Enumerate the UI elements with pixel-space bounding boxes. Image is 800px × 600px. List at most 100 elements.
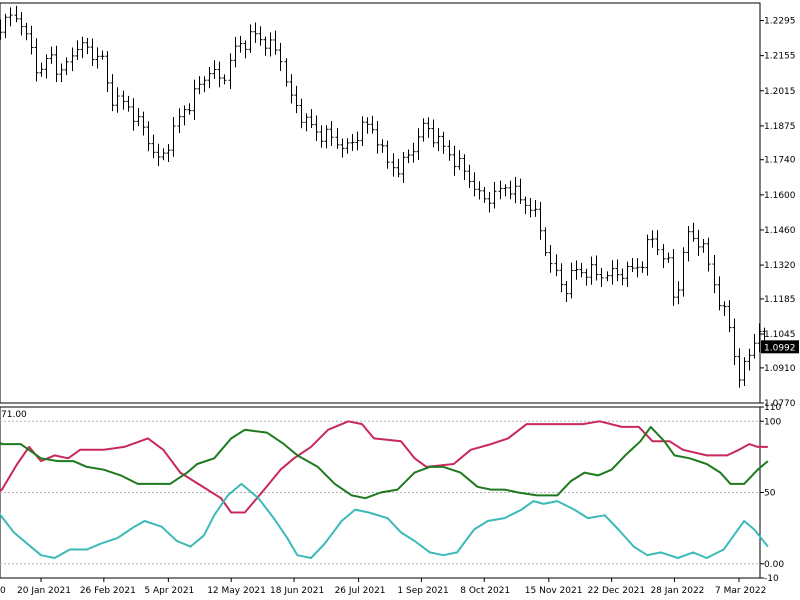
price-bar bbox=[100, 50, 105, 60]
price-bar bbox=[574, 260, 579, 280]
price-bar bbox=[554, 254, 559, 277]
price-bar bbox=[676, 281, 681, 305]
price-bar bbox=[3, 13, 8, 39]
price-bar bbox=[447, 140, 452, 161]
time-tick-label: 12 May 2021 bbox=[207, 586, 266, 596]
price-bar bbox=[29, 25, 34, 55]
price-bar bbox=[340, 138, 345, 158]
price-bar bbox=[70, 47, 75, 72]
price-bar bbox=[401, 151, 406, 184]
price-bar bbox=[222, 74, 227, 85]
price-tick-label: 1.1045 bbox=[764, 330, 796, 340]
price-bar bbox=[304, 113, 309, 132]
price-bar bbox=[90, 38, 95, 67]
price-bar bbox=[166, 144, 171, 163]
price-bar bbox=[737, 348, 742, 388]
price-bar bbox=[411, 142, 416, 163]
price-bar bbox=[747, 348, 752, 371]
price-bar bbox=[131, 98, 136, 131]
price-bar bbox=[171, 116, 176, 157]
price-bar bbox=[248, 24, 253, 53]
price-bar bbox=[34, 38, 39, 82]
price-bar bbox=[396, 158, 401, 178]
price-bar bbox=[701, 238, 706, 253]
price-bar bbox=[278, 42, 283, 71]
price-bar bbox=[151, 134, 156, 159]
price-bar bbox=[630, 257, 635, 273]
price-tick-label: 1.1320 bbox=[764, 261, 796, 271]
price-bar bbox=[319, 125, 324, 148]
price-bar bbox=[95, 47, 100, 69]
time-axis: 0 20 Jan 2021 26 Feb 2021 5 Apr 2021 12 May … bbox=[0, 578, 766, 596]
price-bar bbox=[380, 139, 385, 153]
price-bar bbox=[75, 40, 80, 60]
price-bar bbox=[742, 357, 747, 387]
price-bar bbox=[599, 268, 604, 287]
price-bar bbox=[589, 256, 594, 285]
price-bar bbox=[385, 140, 390, 169]
price-bar bbox=[156, 143, 161, 167]
price-bar bbox=[431, 119, 436, 148]
price-bar bbox=[498, 180, 503, 200]
price-tick-label: 1.2015 bbox=[764, 87, 796, 97]
price-bar bbox=[309, 109, 314, 128]
price-bar bbox=[14, 5, 19, 23]
price-bar bbox=[136, 108, 141, 127]
price-bar bbox=[294, 85, 299, 114]
price-bar bbox=[666, 252, 671, 263]
price-bar bbox=[462, 154, 467, 181]
price-bar bbox=[39, 62, 44, 77]
price-bar bbox=[645, 234, 650, 276]
price-bar bbox=[528, 197, 533, 218]
price-bar bbox=[258, 26, 263, 46]
price-bar bbox=[472, 172, 477, 197]
price-bar bbox=[375, 120, 380, 154]
price-bar bbox=[243, 40, 248, 59]
price-bar bbox=[85, 37, 90, 55]
oscillator-tick-label: 100 bbox=[764, 417, 781, 427]
price-tick-label: 1.1460 bbox=[764, 226, 796, 236]
price-bar bbox=[579, 262, 584, 278]
time-tick-label: 26 Feb 2021 bbox=[80, 586, 136, 596]
price-bar bbox=[650, 230, 655, 248]
price-bar bbox=[64, 57, 69, 76]
price-bar bbox=[712, 255, 717, 294]
price-bar bbox=[350, 133, 355, 151]
price-bar bbox=[457, 150, 462, 170]
price-bars bbox=[0, 5, 767, 388]
price-bar bbox=[533, 199, 538, 217]
price-bar bbox=[696, 229, 701, 257]
price-bar bbox=[314, 115, 319, 141]
price-bar bbox=[192, 79, 197, 120]
price-bar bbox=[253, 22, 258, 43]
price-tick-label: 1.2295 bbox=[764, 17, 796, 27]
time-tick-label: 1 Sep 2021 bbox=[397, 586, 448, 596]
price-bar bbox=[284, 58, 289, 87]
price-bar bbox=[518, 178, 523, 204]
price-bar bbox=[324, 125, 329, 149]
price-bar bbox=[212, 60, 217, 79]
price-bar bbox=[503, 184, 508, 197]
price-bar bbox=[365, 117, 370, 134]
price-bar bbox=[727, 300, 732, 333]
price-bar bbox=[238, 35, 243, 53]
oscillator-tick-label: 110 bbox=[764, 403, 781, 413]
price-bar bbox=[360, 116, 365, 146]
price-bar bbox=[722, 301, 727, 316]
price-tick-label: 1.1600 bbox=[764, 191, 796, 201]
price-bar bbox=[110, 74, 115, 112]
time-tick-label: 8 Oct 2021 bbox=[460, 586, 510, 596]
price-bar bbox=[569, 262, 574, 299]
price-bar bbox=[752, 333, 757, 359]
time-tick-label: 22 Dec 2021 bbox=[588, 586, 646, 596]
price-bar bbox=[594, 255, 599, 281]
price-tick-label: 1.1740 bbox=[764, 156, 796, 166]
oscillator-tick-label: -10 bbox=[764, 574, 779, 584]
time-tick-label: 0 bbox=[0, 586, 6, 596]
price-tick-label: 1.0910 bbox=[764, 364, 796, 374]
price-bar bbox=[717, 276, 722, 311]
price-bar bbox=[686, 226, 691, 262]
price-bar bbox=[49, 46, 54, 64]
oscillator-line-3 bbox=[0, 482, 769, 559]
price-bar bbox=[80, 36, 85, 59]
